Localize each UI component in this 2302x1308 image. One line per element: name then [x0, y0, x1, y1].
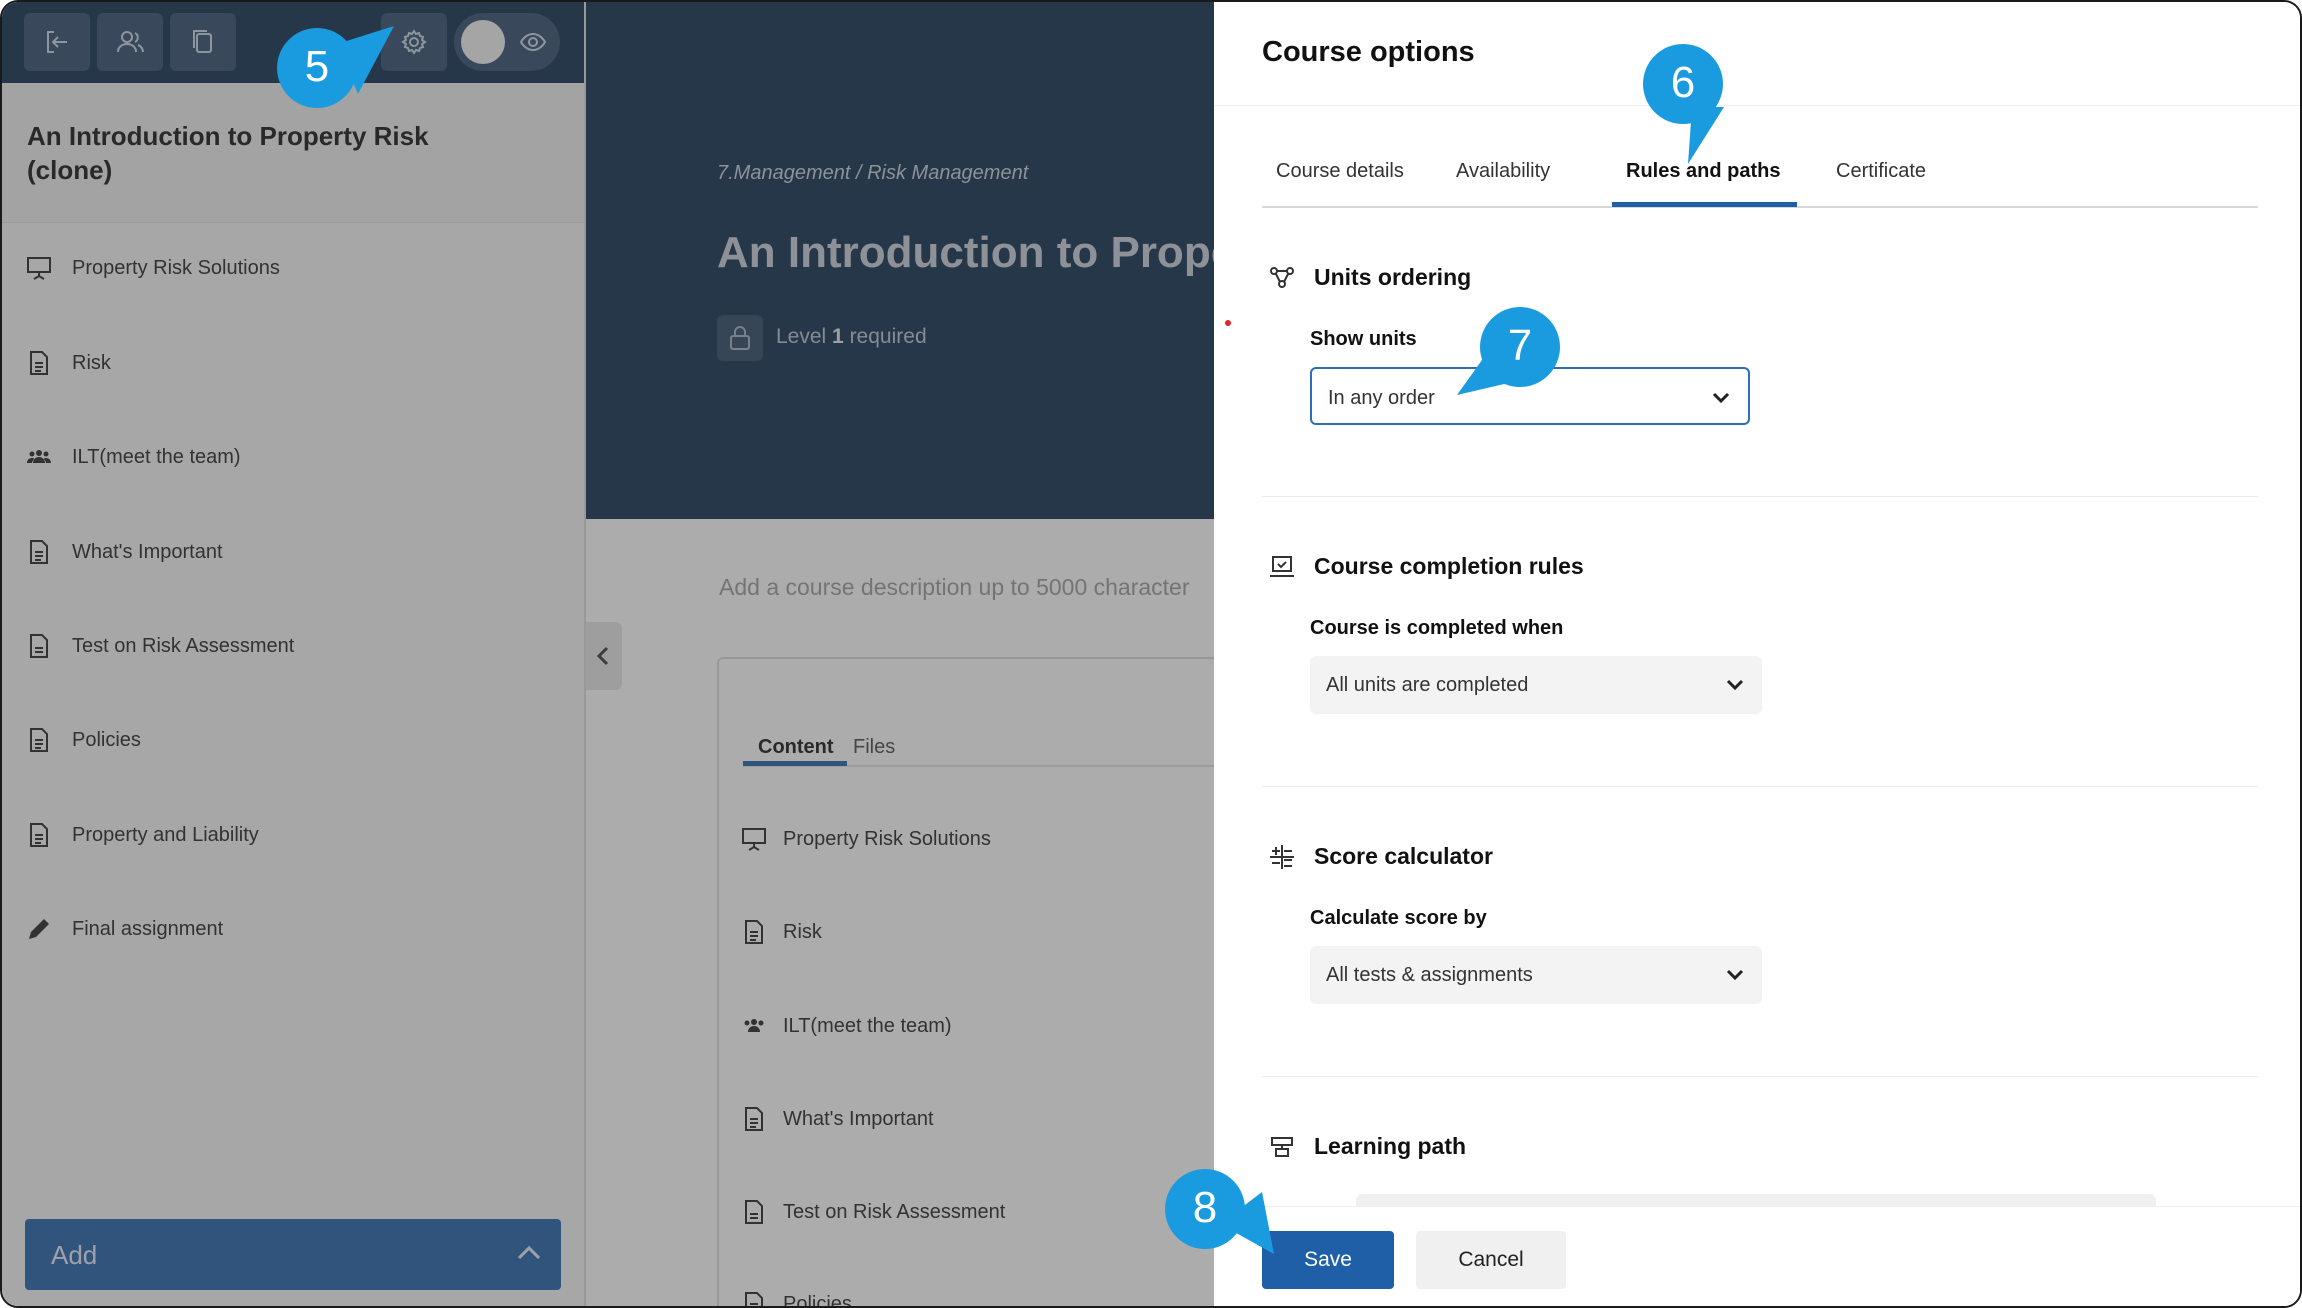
cancel-button[interactable]: Cancel [1416, 1231, 1566, 1289]
section-divider [1262, 496, 2258, 497]
tab-availability[interactable]: Availability [1456, 160, 1550, 183]
drawer-tabs: Course details Availability Rules and pa… [1262, 152, 2258, 208]
section-title: Learning path [1314, 1133, 1467, 1159]
tab-certificate[interactable]: Certificate [1836, 160, 1926, 183]
callout-6: 6 [1643, 44, 1723, 124]
field-label: Show units [1310, 328, 1417, 350]
callout-number: 5 [304, 42, 330, 91]
course-options-drawer: Course options Course details Availabili… [1214, 2, 2300, 1306]
chevron-down-icon [1726, 969, 1744, 981]
section-divider [1262, 786, 2258, 787]
section-title: Course completion rules [1314, 553, 1584, 579]
callout-5: 5 [277, 28, 357, 108]
drawer-header: Course options [1214, 2, 2300, 106]
modal-backdrop[interactable] [2, 2, 1214, 1306]
callout-number: 7 [1507, 321, 1533, 370]
active-tab-indicator [1612, 202, 1797, 207]
chevron-down-icon [1712, 392, 1730, 404]
callout-number: 8 [1192, 1183, 1218, 1232]
chevron-down-icon [1726, 679, 1744, 691]
field-label: Calculate score by [1310, 907, 1487, 929]
completion-rule-select[interactable]: All units are completed [1310, 656, 1762, 714]
cursor-marker [1225, 320, 1231, 326]
callout-7: 7 [1480, 307, 1560, 387]
drawer-title: Course options [1262, 36, 1475, 68]
units-ordering-section: Units ordering Show units In any order [1262, 262, 2258, 482]
field-label: Course is completed when [1310, 617, 1564, 639]
callout-8: 8 [1165, 1169, 1245, 1249]
nodes-icon [1270, 267, 1294, 288]
tab-course-details[interactable]: Course details [1276, 160, 1404, 183]
section-title: Score calculator [1314, 843, 1493, 869]
section-title: Units ordering [1314, 264, 1472, 290]
select-value: All units are completed [1326, 674, 1529, 696]
select-value: In any order [1328, 387, 1435, 409]
learning-path-section: Learning path [1262, 1131, 2258, 1191]
callout-number: 6 [1670, 58, 1696, 107]
save-button[interactable]: Save [1262, 1231, 1394, 1289]
tab-rules-and-paths[interactable]: Rules and paths [1626, 160, 1780, 183]
drawer-footer: Save Cancel [1214, 1206, 2300, 1306]
laptop-check-icon [1270, 556, 1294, 577]
calculator-icon [1270, 845, 1294, 869]
score-calculator-section: Score calculator Calculate score by All … [1262, 841, 2258, 1061]
completion-rules-section: Course completion rules Course is comple… [1262, 551, 2258, 771]
score-calculation-select[interactable]: All tests & assignments [1310, 946, 1762, 1004]
section-divider [1262, 1076, 2258, 1077]
path-icon [1271, 1137, 1293, 1157]
app-window: An Introduction to Property Risk (clone)… [0, 0, 2302, 1308]
select-value: All tests & assignments [1326, 964, 1533, 986]
